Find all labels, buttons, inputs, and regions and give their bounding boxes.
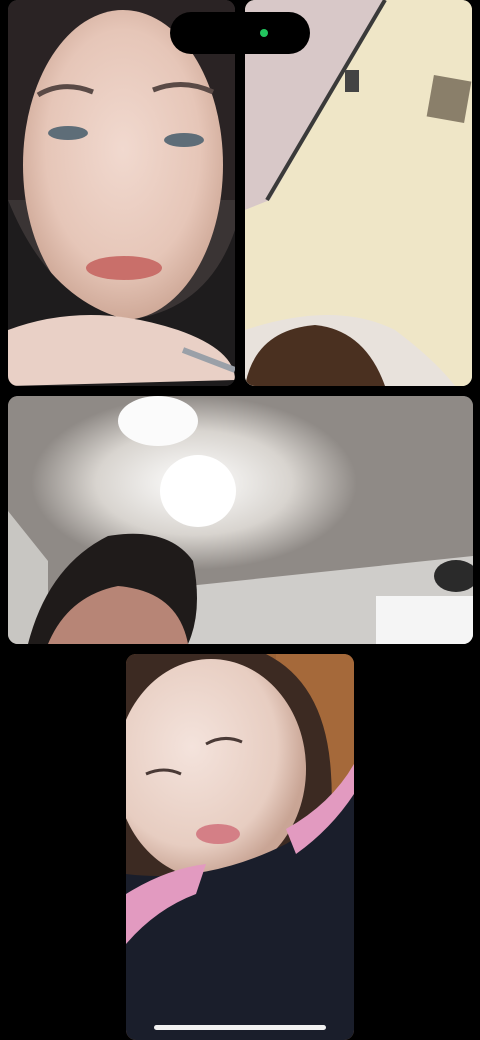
participant-video-tile-4[interactable] [126, 654, 354, 1040]
camera-in-use-indicator-icon [260, 29, 268, 37]
participant-video-tile-1[interactable] [8, 0, 235, 386]
participant-1-video [8, 0, 235, 386]
participant-3-video [8, 396, 473, 644]
participant-video-tile-2[interactable] [245, 0, 472, 386]
participant-video-tile-3[interactable] [8, 396, 473, 644]
participant-2-video [245, 0, 472, 386]
home-indicator[interactable] [154, 1025, 326, 1030]
dynamic-island [170, 12, 310, 54]
participant-4-video [126, 654, 354, 1040]
